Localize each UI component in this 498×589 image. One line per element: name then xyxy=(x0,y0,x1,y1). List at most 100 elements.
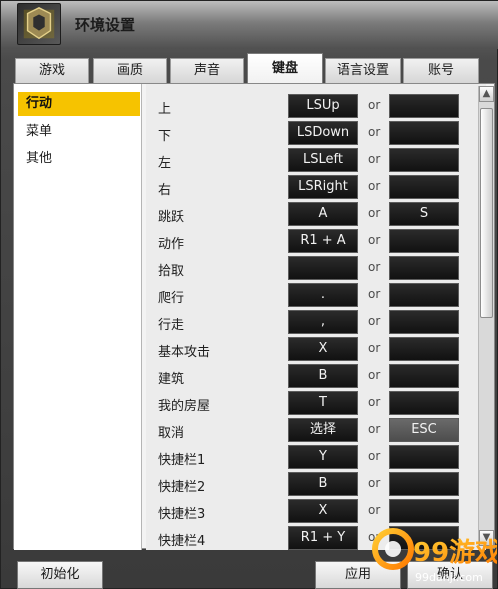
primary-key-slot[interactable]: X xyxy=(288,499,358,523)
or-separator: or xyxy=(368,260,381,274)
window-title: 环境设置 xyxy=(75,16,136,34)
action-label: 拾取 xyxy=(158,264,185,279)
action-label: 左 xyxy=(158,156,172,171)
tab-graphics[interactable]: 画质 xyxy=(93,58,167,84)
keybinding-row: 下 LSDown or xyxy=(146,121,470,147)
or-separator: or xyxy=(368,341,381,355)
settings-window: 环境设置 游戏 画质 声音 键盘 语言设置 账号 行动 菜单 其他 上 LSUp… xyxy=(0,0,498,589)
action-label: 建筑 xyxy=(158,372,185,387)
action-label: 下 xyxy=(158,129,172,144)
scroll-up-icon[interactable]: ▲ xyxy=(479,86,494,102)
sidebar-item-action[interactable]: 行动 xyxy=(18,92,140,116)
or-separator: or xyxy=(368,314,381,328)
secondary-key-slot[interactable] xyxy=(389,445,459,469)
action-label: 我的房屋 xyxy=(158,399,211,414)
action-label: 右 xyxy=(158,183,172,198)
sidebar-item-other[interactable]: 其他 xyxy=(18,147,140,171)
keybinding-row: 行走 , or xyxy=(146,310,470,336)
or-separator: or xyxy=(368,125,381,139)
secondary-key-slot[interactable]: ESC xyxy=(389,418,459,442)
secondary-key-slot[interactable] xyxy=(389,175,459,199)
primary-key-slot[interactable]: LSRight xyxy=(288,175,358,199)
keybinding-scrollbar[interactable]: ▲ ▼ xyxy=(478,86,494,546)
or-separator: or xyxy=(368,503,381,517)
secondary-key-slot[interactable] xyxy=(389,337,459,361)
keybinding-row: 爬行 . or xyxy=(146,283,470,309)
action-label: 上 xyxy=(158,102,172,117)
secondary-key-slot[interactable]: S xyxy=(389,202,459,226)
secondary-key-slot[interactable] xyxy=(389,283,459,307)
primary-key-slot[interactable]: A xyxy=(288,202,358,226)
or-separator: or xyxy=(368,422,381,436)
keybinding-row: 我的房屋 T or xyxy=(146,391,470,417)
secondary-key-slot[interactable] xyxy=(389,229,459,253)
primary-key-slot[interactable]: R1 + A xyxy=(288,229,358,253)
keybinding-row: 动作 R1 + A or xyxy=(146,229,470,255)
or-separator: or xyxy=(368,395,381,409)
secondary-key-slot[interactable] xyxy=(389,148,459,172)
secondary-key-slot[interactable] xyxy=(389,499,459,523)
keybinding-row: 跳跃 A or S xyxy=(146,202,470,228)
action-label: 基本攻击 xyxy=(158,345,211,360)
tab-language[interactable]: 语言设置 xyxy=(325,58,401,84)
secondary-key-slot[interactable] xyxy=(389,364,459,388)
keybinding-row: 上 LSUp or xyxy=(146,94,470,120)
action-label: 快捷栏3 xyxy=(158,507,206,522)
primary-key-slot[interactable]: X xyxy=(288,337,358,361)
primary-key-slot[interactable]: , xyxy=(288,310,358,334)
secondary-key-slot[interactable] xyxy=(389,121,459,145)
primary-key-slot[interactable]: B xyxy=(288,364,358,388)
primary-key-slot[interactable]: T xyxy=(288,391,358,415)
watermark-site: 99danji.com xyxy=(415,571,483,584)
or-separator: or xyxy=(368,206,381,220)
primary-key-slot[interactable]: B xyxy=(288,472,358,496)
tab-sound[interactable]: 声音 xyxy=(170,58,244,84)
action-label: 取消 xyxy=(158,426,185,441)
settings-panel: 行动 菜单 其他 上 LSUp or 下 LSDown or 左 LSLeft … xyxy=(13,83,495,550)
primary-key-slot[interactable]: R1 + Y xyxy=(288,526,358,550)
keybinding-row: 右 LSRight or xyxy=(146,175,470,201)
primary-key-slot[interactable]: LSUp xyxy=(288,94,358,118)
secondary-key-slot[interactable] xyxy=(389,391,459,415)
keybinding-row: 拾取 or xyxy=(146,256,470,282)
tab-game[interactable]: 游戏 xyxy=(15,58,89,84)
keybinding-list: 上 LSUp or 下 LSDown or 左 LSLeft or 右 LSRi… xyxy=(146,84,486,550)
secondary-key-slot[interactable] xyxy=(389,472,459,496)
primary-key-slot[interactable]: LSDown xyxy=(288,121,358,145)
action-label: 行走 xyxy=(158,318,185,333)
title-bar: 环境设置 xyxy=(1,1,498,49)
action-label: 跳跃 xyxy=(158,210,185,225)
secondary-key-slot[interactable] xyxy=(389,94,459,118)
keybinding-row: 基本攻击 X or xyxy=(146,337,470,363)
action-label: 动作 xyxy=(158,237,185,252)
secondary-key-slot[interactable] xyxy=(389,310,459,334)
keybinding-row: 快捷栏1 Y or xyxy=(146,445,470,471)
primary-key-slot[interactable]: LSLeft xyxy=(288,148,358,172)
secondary-key-slot[interactable] xyxy=(389,256,459,280)
primary-key-slot[interactable]: 选择 xyxy=(288,418,358,442)
or-separator: or xyxy=(368,476,381,490)
or-separator: or xyxy=(368,98,381,112)
tab-account[interactable]: 账号 xyxy=(403,58,479,84)
primary-key-slot[interactable]: Y xyxy=(288,445,358,469)
keybinding-row: 取消 选择 or ESC xyxy=(146,418,470,444)
primary-key-slot[interactable]: . xyxy=(288,283,358,307)
keybinding-row: 快捷栏2 B or xyxy=(146,472,470,498)
tab-keyboard[interactable]: 键盘 xyxy=(247,53,323,84)
action-label: 爬行 xyxy=(158,291,185,306)
primary-key-slot[interactable] xyxy=(288,256,358,280)
site-watermark: 99游戏 99danji.com xyxy=(371,521,497,587)
or-separator: or xyxy=(368,287,381,301)
or-separator: or xyxy=(368,233,381,247)
sidebar-item-menu[interactable]: 菜单 xyxy=(18,120,140,144)
action-label: 快捷栏1 xyxy=(158,453,206,468)
scroll-thumb[interactable] xyxy=(480,108,493,318)
or-separator: or xyxy=(368,368,381,382)
action-label: 快捷栏2 xyxy=(158,480,206,495)
or-separator: or xyxy=(368,449,381,463)
action-label: 快捷栏4 xyxy=(158,534,206,549)
watermark-text: 99游戏 xyxy=(413,538,497,568)
reset-button[interactable]: 初始化 xyxy=(17,561,103,589)
game-logo-icon xyxy=(17,3,61,45)
category-sidebar: 行动 菜单 其他 xyxy=(14,84,142,550)
